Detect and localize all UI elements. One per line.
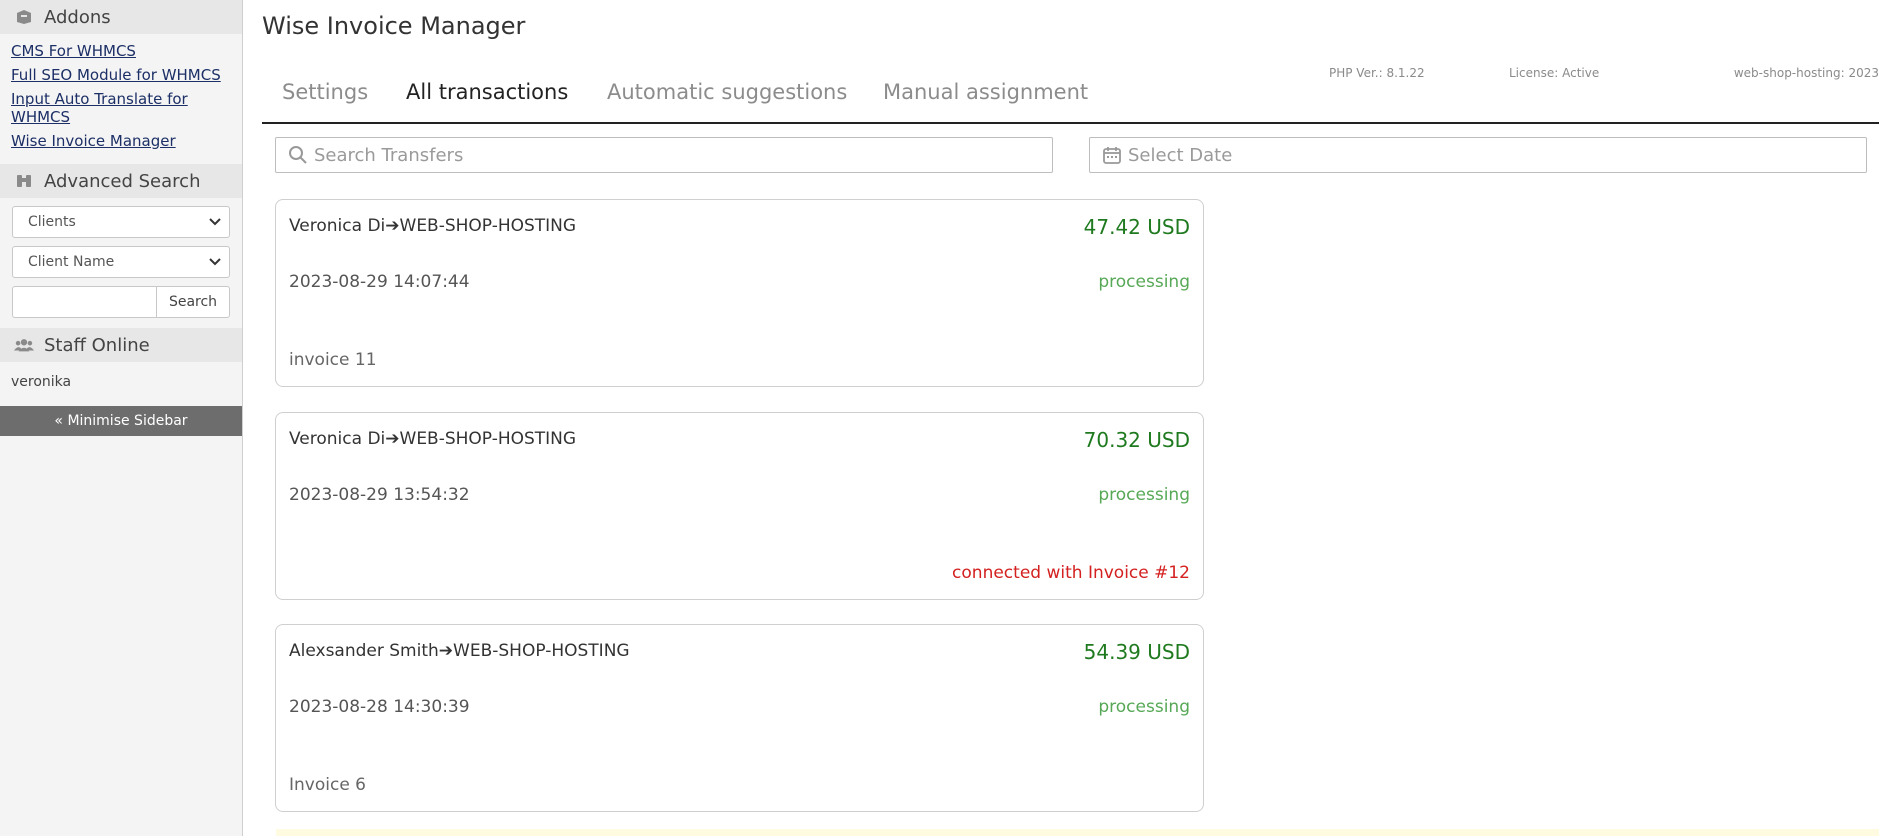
search-transfers-placeholder: Search Transfers bbox=[314, 144, 464, 166]
chevron-down-icon bbox=[209, 214, 221, 230]
advanced-search-form: Clients Client Name Search bbox=[0, 198, 242, 328]
transaction-status: processing bbox=[1098, 697, 1190, 717]
addons-links: CMS For WHMCS Full SEO Module for WHMCS … bbox=[0, 34, 242, 164]
sidebar-search-row: Search bbox=[12, 286, 230, 318]
sidebar: Addons CMS For WHMCS Full SEO Module for… bbox=[0, 0, 243, 836]
search-field-value: Client Name bbox=[28, 254, 115, 270]
chevron-down-icon bbox=[209, 254, 221, 270]
bottom-notice-bar bbox=[276, 829, 1879, 836]
advanced-search-header: Advanced Search bbox=[0, 164, 242, 198]
transaction-invoice-link[interactable]: connected with Invoice #12 bbox=[952, 563, 1190, 583]
search-transfers-input[interactable]: Search Transfers bbox=[275, 137, 1053, 173]
transaction-amount: 70.32 USD bbox=[1083, 428, 1190, 452]
transaction-parties: Veronica Di➔WEB-SHOP-HOSTING bbox=[289, 216, 577, 236]
addons-title: Addons bbox=[44, 6, 111, 28]
transaction-parties: Veronica Di➔WEB-SHOP-HOSTING bbox=[289, 429, 577, 449]
transaction-date: 2023-08-29 14:07:44 bbox=[289, 272, 470, 292]
addon-link-cms[interactable]: CMS For WHMCS bbox=[11, 42, 231, 60]
search-icon bbox=[288, 145, 308, 165]
transaction-card[interactable]: Veronica Di➔WEB-SHOP-HOSTING 47.42 USD 2… bbox=[275, 199, 1204, 387]
transaction-card[interactable]: Veronica Di➔WEB-SHOP-HOSTING 70.32 USD 2… bbox=[275, 412, 1204, 600]
tab-automatic-suggestions[interactable]: Automatic suggestions bbox=[607, 80, 847, 104]
users-icon bbox=[14, 335, 34, 355]
transaction-note: invoice 11 bbox=[289, 350, 377, 370]
staff-online-header: Staff Online bbox=[0, 328, 242, 362]
license-status: License: Active bbox=[1509, 66, 1600, 80]
staff-online-user: veronika bbox=[11, 374, 72, 390]
addon-link-seo[interactable]: Full SEO Module for WHMCS bbox=[11, 66, 231, 84]
main-content: Wise Invoice Manager PHP Ver.: 8.1.22 Li… bbox=[262, 0, 1879, 836]
tab-manual-assignment[interactable]: Manual assignment bbox=[883, 80, 1088, 104]
host-info: web-shop-hosting: 2023 bbox=[1733, 66, 1879, 80]
transaction-note: Invoice 6 bbox=[289, 775, 366, 795]
page-title: Wise Invoice Manager bbox=[262, 12, 526, 40]
php-version: PHP Ver.: 8.1.22 bbox=[1329, 66, 1425, 80]
select-date-input[interactable]: Select Date bbox=[1089, 137, 1867, 173]
binoculars-icon bbox=[14, 171, 34, 191]
transaction-card[interactable]: Alexsander Smith➔WEB-SHOP-HOSTING 54.39 … bbox=[275, 624, 1204, 812]
addon-link-translate[interactable]: Input Auto Translate for WHMCS bbox=[11, 90, 231, 126]
transaction-amount: 54.39 USD bbox=[1083, 640, 1190, 664]
advanced-search-title: Advanced Search bbox=[44, 170, 201, 192]
calendar-icon bbox=[1102, 145, 1122, 165]
sidebar-search-button[interactable]: Search bbox=[156, 286, 230, 318]
tab-settings[interactable]: Settings bbox=[282, 80, 368, 104]
search-type-value: Clients bbox=[28, 214, 76, 230]
transaction-parties: Alexsander Smith➔WEB-SHOP-HOSTING bbox=[289, 641, 630, 661]
transaction-date: 2023-08-28 14:30:39 bbox=[289, 697, 470, 717]
tab-all-transactions[interactable]: All transactions bbox=[406, 80, 568, 104]
transaction-date: 2023-08-29 13:54:32 bbox=[289, 485, 470, 505]
search-type-select[interactable]: Clients bbox=[12, 206, 230, 238]
addons-header: Addons bbox=[0, 0, 242, 34]
select-date-placeholder: Select Date bbox=[1128, 144, 1233, 166]
staff-online-title: Staff Online bbox=[44, 334, 150, 356]
addon-link-invoice-manager[interactable]: Wise Invoice Manager bbox=[11, 132, 231, 150]
transaction-amount: 47.42 USD bbox=[1083, 215, 1190, 239]
transaction-status: processing bbox=[1098, 485, 1190, 505]
tabs-bar: Settings All transactions Automatic sugg… bbox=[262, 80, 1879, 124]
box-icon bbox=[14, 7, 34, 27]
sidebar-search-input[interactable] bbox=[12, 286, 156, 318]
transaction-status: processing bbox=[1098, 272, 1190, 292]
minimise-sidebar-button[interactable]: « Minimise Sidebar bbox=[0, 406, 242, 436]
search-field-select[interactable]: Client Name bbox=[12, 246, 230, 278]
